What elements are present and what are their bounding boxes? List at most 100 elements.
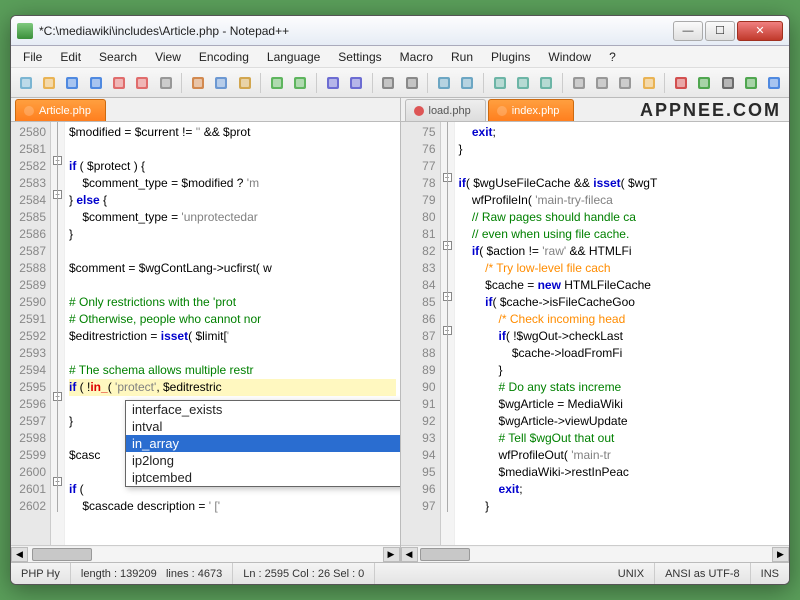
right-line-gutter: 75 76 77 78 79 80 81 82 83 84 85 86 87 8… — [401, 122, 441, 545]
zoom-in-icon[interactable] — [378, 72, 399, 94]
menu-[interactable]: ? — [601, 48, 624, 66]
close-icon[interactable] — [108, 72, 129, 94]
replace-icon[interactable] — [345, 72, 366, 94]
toolbar-separator — [372, 73, 373, 93]
autocomplete-item[interactable]: ip2long — [126, 452, 400, 469]
status-position: Ln : 2595 Col : 26 Sel : 0 — [233, 563, 375, 584]
right-editor[interactable]: 75 76 77 78 79 80 81 82 83 84 85 86 87 8… — [401, 122, 790, 545]
status-encoding: ANSI as UTF-8 — [655, 563, 751, 584]
file-dot-icon — [414, 106, 424, 116]
right-code-area[interactable]: exit; } if( $wgUseFileCache && isset( $w… — [455, 122, 790, 545]
toolbar-separator — [427, 73, 428, 93]
right-fold-gutter[interactable]: −−−− — [441, 122, 455, 545]
status-language: PHP Hy — [11, 563, 71, 584]
scroll-track[interactable] — [28, 547, 383, 562]
toolbar-separator — [316, 73, 317, 93]
modified-dot-icon — [24, 106, 34, 116]
menu-macro[interactable]: Macro — [392, 48, 441, 66]
sync-h-icon[interactable] — [457, 72, 478, 94]
ws-icon[interactable] — [512, 72, 533, 94]
left-line-gutter: 2580 2581 2582 2583 2584 2585 2586 2587 … — [11, 122, 51, 545]
save-macro-icon[interactable] — [764, 72, 785, 94]
zoom-out-icon[interactable] — [401, 72, 422, 94]
tab-index-php[interactable]: index.php — [488, 99, 575, 121]
folder-icon[interactable] — [638, 72, 659, 94]
open-file-icon[interactable] — [38, 72, 59, 94]
menubar: FileEditSearchViewEncodingLanguageSettin… — [11, 46, 789, 68]
window-title: *C:\mediawiki\includes\Article.php - Not… — [39, 24, 673, 38]
close-button[interactable]: ✕ — [737, 21, 783, 41]
tab-article-php[interactable]: Article.php — [15, 99, 106, 121]
toolbar-separator — [181, 73, 182, 93]
menu-encoding[interactable]: Encoding — [191, 48, 257, 66]
find-icon[interactable] — [322, 72, 343, 94]
right-hscrollbar[interactable]: ◀ ▶ — [401, 545, 790, 562]
scroll-track[interactable] — [418, 547, 773, 562]
doc-map-icon[interactable] — [591, 72, 612, 94]
autocomplete-list[interactable]: interface_existsintvalin_arrayip2longipt… — [126, 401, 400, 486]
indent-guide-icon[interactable] — [536, 72, 557, 94]
record-icon[interactable] — [670, 72, 691, 94]
menu-search[interactable]: Search — [91, 48, 145, 66]
scroll-right-icon[interactable]: ▶ — [383, 547, 400, 562]
menu-view[interactable]: View — [147, 48, 189, 66]
new-file-icon[interactable] — [15, 72, 36, 94]
copy-icon[interactable] — [211, 72, 232, 94]
left-fold-gutter[interactable]: −−−+ — [51, 122, 65, 545]
toolbar — [11, 68, 789, 98]
autocomplete-item[interactable]: interface_exists — [126, 401, 400, 418]
statusbar: PHP Hy length : 139209 lines : 4673 Ln :… — [11, 562, 789, 584]
watermark: APPNEE.COM — [640, 100, 781, 121]
app-window: *C:\mediawiki\includes\Article.php - Not… — [10, 15, 790, 585]
save-icon[interactable] — [62, 72, 83, 94]
tab-load-php[interactable]: load.php — [405, 99, 486, 121]
minimize-button[interactable]: — — [673, 21, 703, 41]
scroll-left-icon[interactable]: ◀ — [401, 547, 418, 562]
wrap-icon[interactable] — [489, 72, 510, 94]
menu-edit[interactable]: Edit — [52, 48, 89, 66]
scroll-left-icon[interactable]: ◀ — [11, 547, 28, 562]
toolbar-separator — [562, 73, 563, 93]
menu-plugins[interactable]: Plugins — [483, 48, 538, 66]
save-all-icon[interactable] — [85, 72, 106, 94]
toolbar-separator — [664, 73, 665, 93]
menu-run[interactable]: Run — [443, 48, 481, 66]
scroll-thumb[interactable] — [420, 548, 470, 561]
menu-file[interactable]: File — [15, 48, 50, 66]
redo-icon[interactable] — [290, 72, 311, 94]
file-dot-icon — [497, 106, 507, 116]
print-icon[interactable] — [155, 72, 176, 94]
tab-label: load.php — [429, 105, 471, 117]
maximize-button[interactable]: ☐ — [705, 21, 735, 41]
autocomplete-item[interactable]: intval — [126, 418, 400, 435]
undo-icon[interactable] — [266, 72, 287, 94]
left-pane: Article.php 2580 2581 2582 2583 2584 258… — [11, 98, 401, 562]
titlebar[interactable]: *C:\mediawiki\includes\Article.php - Not… — [11, 16, 789, 46]
autocomplete-item[interactable]: iptcembed — [126, 469, 400, 486]
tab-label: index.php — [512, 105, 560, 117]
left-hscrollbar[interactable]: ◀ ▶ — [11, 545, 400, 562]
right-pane: APPNEE.COM load.php index.php 75 76 77 78… — [401, 98, 790, 562]
paste-icon[interactable] — [234, 72, 255, 94]
scroll-thumb[interactable] — [32, 548, 92, 561]
menu-window[interactable]: Window — [540, 48, 599, 66]
play-icon[interactable] — [694, 72, 715, 94]
close-all-icon[interactable] — [132, 72, 153, 94]
lang-icon[interactable] — [568, 72, 589, 94]
status-mode: INS — [751, 563, 789, 584]
scroll-right-icon[interactable]: ▶ — [772, 547, 789, 562]
tab-label: Article.php — [39, 105, 91, 117]
stop-icon[interactable] — [717, 72, 738, 94]
menu-settings[interactable]: Settings — [330, 48, 389, 66]
left-editor[interactable]: 2580 2581 2582 2583 2584 2585 2586 2587 … — [11, 122, 400, 545]
play-multi-icon[interactable] — [740, 72, 761, 94]
toolbar-separator — [260, 73, 261, 93]
func-list-icon[interactable] — [615, 72, 636, 94]
autocomplete-popup[interactable]: interface_existsintvalin_arrayip2longipt… — [125, 400, 400, 487]
menu-language[interactable]: Language — [259, 48, 328, 66]
autocomplete-item[interactable]: in_array — [126, 435, 400, 452]
sync-v-icon[interactable] — [433, 72, 454, 94]
cut-icon[interactable] — [187, 72, 208, 94]
editor-split: Article.php 2580 2581 2582 2583 2584 258… — [11, 98, 789, 562]
status-eol: UNIX — [608, 563, 655, 584]
